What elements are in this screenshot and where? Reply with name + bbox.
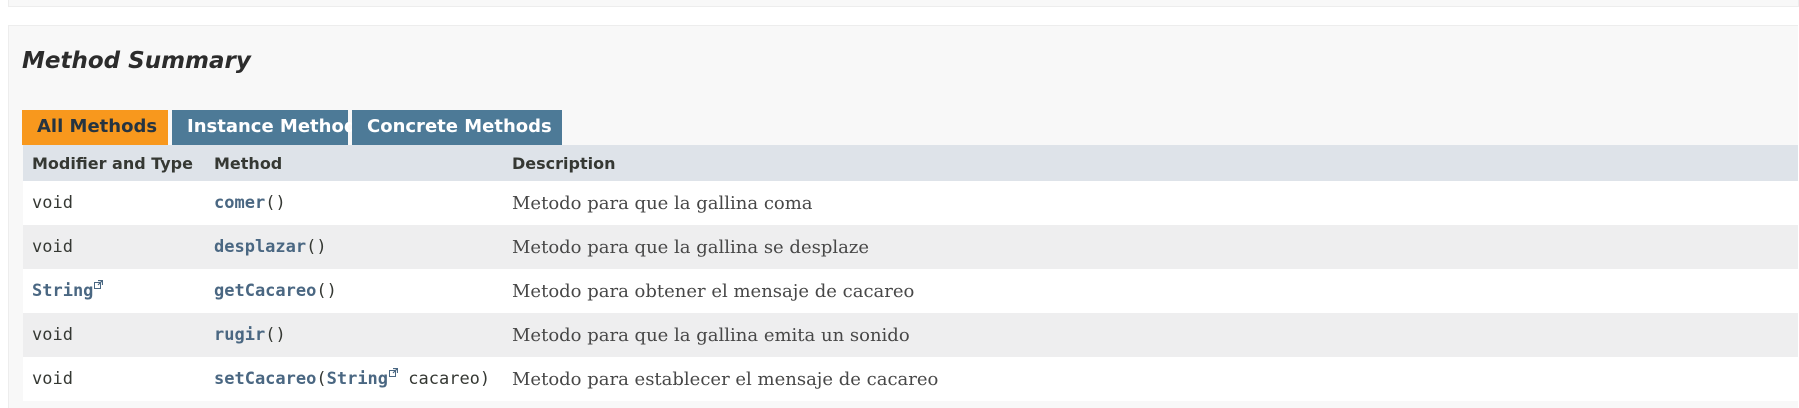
param-name: cacareo [398,369,480,389]
params-close: ) [275,193,286,213]
table-row: void comer() Metodo para que la gallina … [23,181,1798,225]
return-type: void [32,325,73,345]
column-header-modifier-type: Modifier and Type [32,153,193,173]
params-close: ) [326,281,337,301]
method-description: Metodo para obtener el mensaje de cacare… [512,280,915,302]
external-link-icon [389,368,399,377]
section-title: Method Summary [22,48,251,74]
method-summary-section: Method Summary All Methods Instance Meth… [8,25,1798,408]
method-signature: setCacareo(String cacareo) [214,368,491,389]
params-open: ( [265,193,276,213]
method-link-comer[interactable]: comer [214,193,265,213]
method-signature: rugir() [214,325,286,345]
external-link-icon [94,280,104,289]
params-open: ( [316,369,327,389]
params-close: ) [479,369,491,389]
return-type: String [32,280,104,301]
params-close: ) [275,325,286,345]
param-type-link-string[interactable]: String [327,369,388,389]
column-header-method: Method [214,153,283,173]
tab-all-methods[interactable]: All Methods [22,110,168,145]
params-open: ( [316,281,327,301]
tab-concrete-methods[interactable]: Concrete Methods [352,110,562,145]
method-description: Metodo para que la gallina se desplaze [512,236,869,258]
table-header-row: Modifier and Type Method Description [23,145,1798,181]
column-header-description: Description [512,153,616,173]
method-link-desplazar[interactable]: desplazar [214,237,306,257]
params-open: ( [265,325,276,345]
params-open: ( [306,237,317,257]
previous-section-strip [8,0,1799,7]
method-signature: desplazar() [214,237,327,257]
table-row: void rugir() Metodo para que la gallina … [23,313,1798,357]
method-summary-table: Modifier and Type Method Description voi… [23,145,1798,401]
table-row: void desplazar() Metodo para que la gall… [23,225,1798,269]
method-description: Metodo para que la gallina coma [512,192,813,214]
return-type-link-string[interactable]: String [32,281,93,301]
method-description: Metodo para establecer el mensaje de cac… [512,368,939,390]
method-link-rugir[interactable]: rugir [214,325,265,345]
params-close: ) [316,237,327,257]
method-tabs: All Methods Instance Methods Concrete Me… [22,110,562,145]
method-description: Metodo para que la gallina emita un soni… [512,324,910,346]
method-signature: comer() [214,193,286,213]
return-type: void [32,193,73,213]
method-link-setcacareo[interactable]: setCacareo [214,369,316,389]
return-type: void [32,369,73,389]
table-row: String getCacareo() Metodo para obtener … [23,269,1798,313]
method-signature: getCacareo() [214,281,337,301]
tab-instance-methods[interactable]: Instance Methods [172,110,367,145]
table-row: void setCacareo(String cacareo) Metodo p… [23,357,1798,401]
method-link-getcacareo[interactable]: getCacareo [214,281,316,301]
return-type: void [32,237,73,257]
